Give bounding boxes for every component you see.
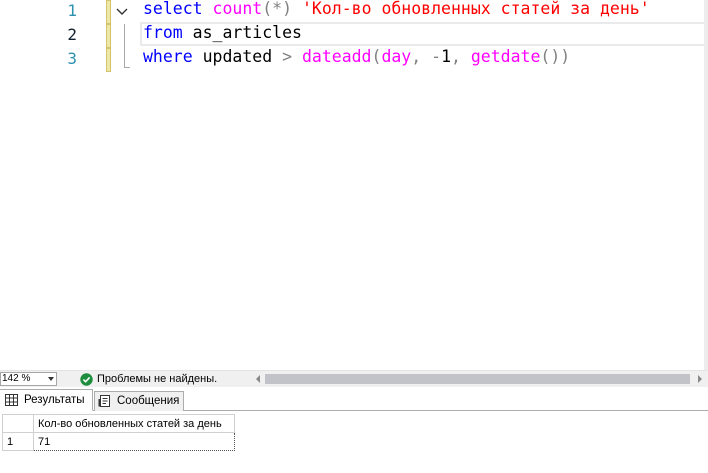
outline-scope-line bbox=[124, 24, 130, 68]
scroll-left-icon[interactable] bbox=[256, 375, 260, 383]
code-token: - bbox=[431, 47, 442, 66]
results-pane: Результаты Сообщения Кол-во обновленных … bbox=[0, 387, 708, 473]
tab-results-label: Результаты bbox=[24, 394, 85, 406]
tab-results[interactable]: Результаты bbox=[0, 389, 93, 411]
check-circle-icon bbox=[80, 373, 93, 386]
code-token: , bbox=[411, 47, 422, 66]
line-number: 1 bbox=[67, 1, 77, 20]
code-token: day bbox=[381, 47, 412, 66]
change-marker bbox=[106, 24, 111, 48]
code-token: as_articles bbox=[182, 23, 302, 42]
grid-corner[interactable] bbox=[2, 414, 34, 433]
results-tabs: Результаты Сообщения bbox=[0, 387, 708, 411]
line-number-gutter: 1 2 3 bbox=[0, 0, 108, 370]
column-header[interactable]: Кол-во обновленных статей за день bbox=[33, 414, 235, 433]
query-editor[interactable]: 1 2 3 select count(*) 'Кол-во обновленны… bbox=[0, 0, 708, 370]
results-grid[interactable]: Кол-во обновленных статей за день 1 71 bbox=[2, 414, 235, 451]
line-number: 3 bbox=[67, 49, 77, 68]
change-marker bbox=[106, 0, 111, 24]
horizontal-scrollbar-thumb[interactable] bbox=[265, 374, 690, 384]
table-row[interactable]: 1 71 bbox=[2, 432, 235, 451]
code-token: getdate bbox=[470, 47, 541, 66]
code-token: from bbox=[143, 23, 183, 42]
tab-messages-label: Сообщения bbox=[117, 395, 180, 407]
code-token: dateadd bbox=[301, 47, 372, 66]
line-number: 2 bbox=[67, 25, 77, 44]
grid-header-row: Кол-во обновленных статей за день bbox=[2, 414, 235, 433]
scroll-right-icon[interactable] bbox=[698, 375, 702, 383]
code-line: from as_articles bbox=[143, 21, 302, 45]
result-cell[interactable]: 71 bbox=[33, 432, 235, 451]
tab-messages[interactable]: Сообщения bbox=[94, 391, 184, 411]
zoom-select[interactable]: 142 % bbox=[0, 372, 57, 386]
messages-icon bbox=[98, 395, 110, 407]
chevron-down-icon[interactable] bbox=[48, 377, 54, 381]
code-token: updated bbox=[192, 47, 283, 66]
code-line: where updated > dateadd(day, -1, getdate… bbox=[143, 45, 570, 69]
zoom-value: 142 % bbox=[2, 373, 31, 384]
code-token: 'Кол-во обновленных статей за день' bbox=[301, 0, 650, 18]
code-token: ()) bbox=[540, 47, 571, 66]
code-token: > bbox=[282, 47, 293, 66]
editor-status-bar: 142 % Проблемы не найдены. bbox=[0, 370, 708, 387]
code-token: where bbox=[143, 47, 193, 66]
vertical-scrollbar[interactable] bbox=[704, 0, 708, 370]
code-line: select count(*) 'Кол-во обновленных стат… bbox=[143, 0, 650, 21]
change-marker bbox=[106, 48, 111, 72]
code-token: , bbox=[451, 47, 461, 66]
code-token: (*) bbox=[262, 0, 293, 18]
collapse-chevron-icon[interactable] bbox=[114, 4, 130, 20]
code-token: count bbox=[212, 0, 263, 18]
code-token: ( bbox=[371, 47, 382, 66]
status-message: Проблемы не найдены. bbox=[97, 373, 218, 385]
code-token: 1 bbox=[441, 47, 451, 66]
code-token: select bbox=[143, 0, 203, 18]
row-number[interactable]: 1 bbox=[2, 432, 34, 451]
grid-icon bbox=[5, 394, 18, 406]
